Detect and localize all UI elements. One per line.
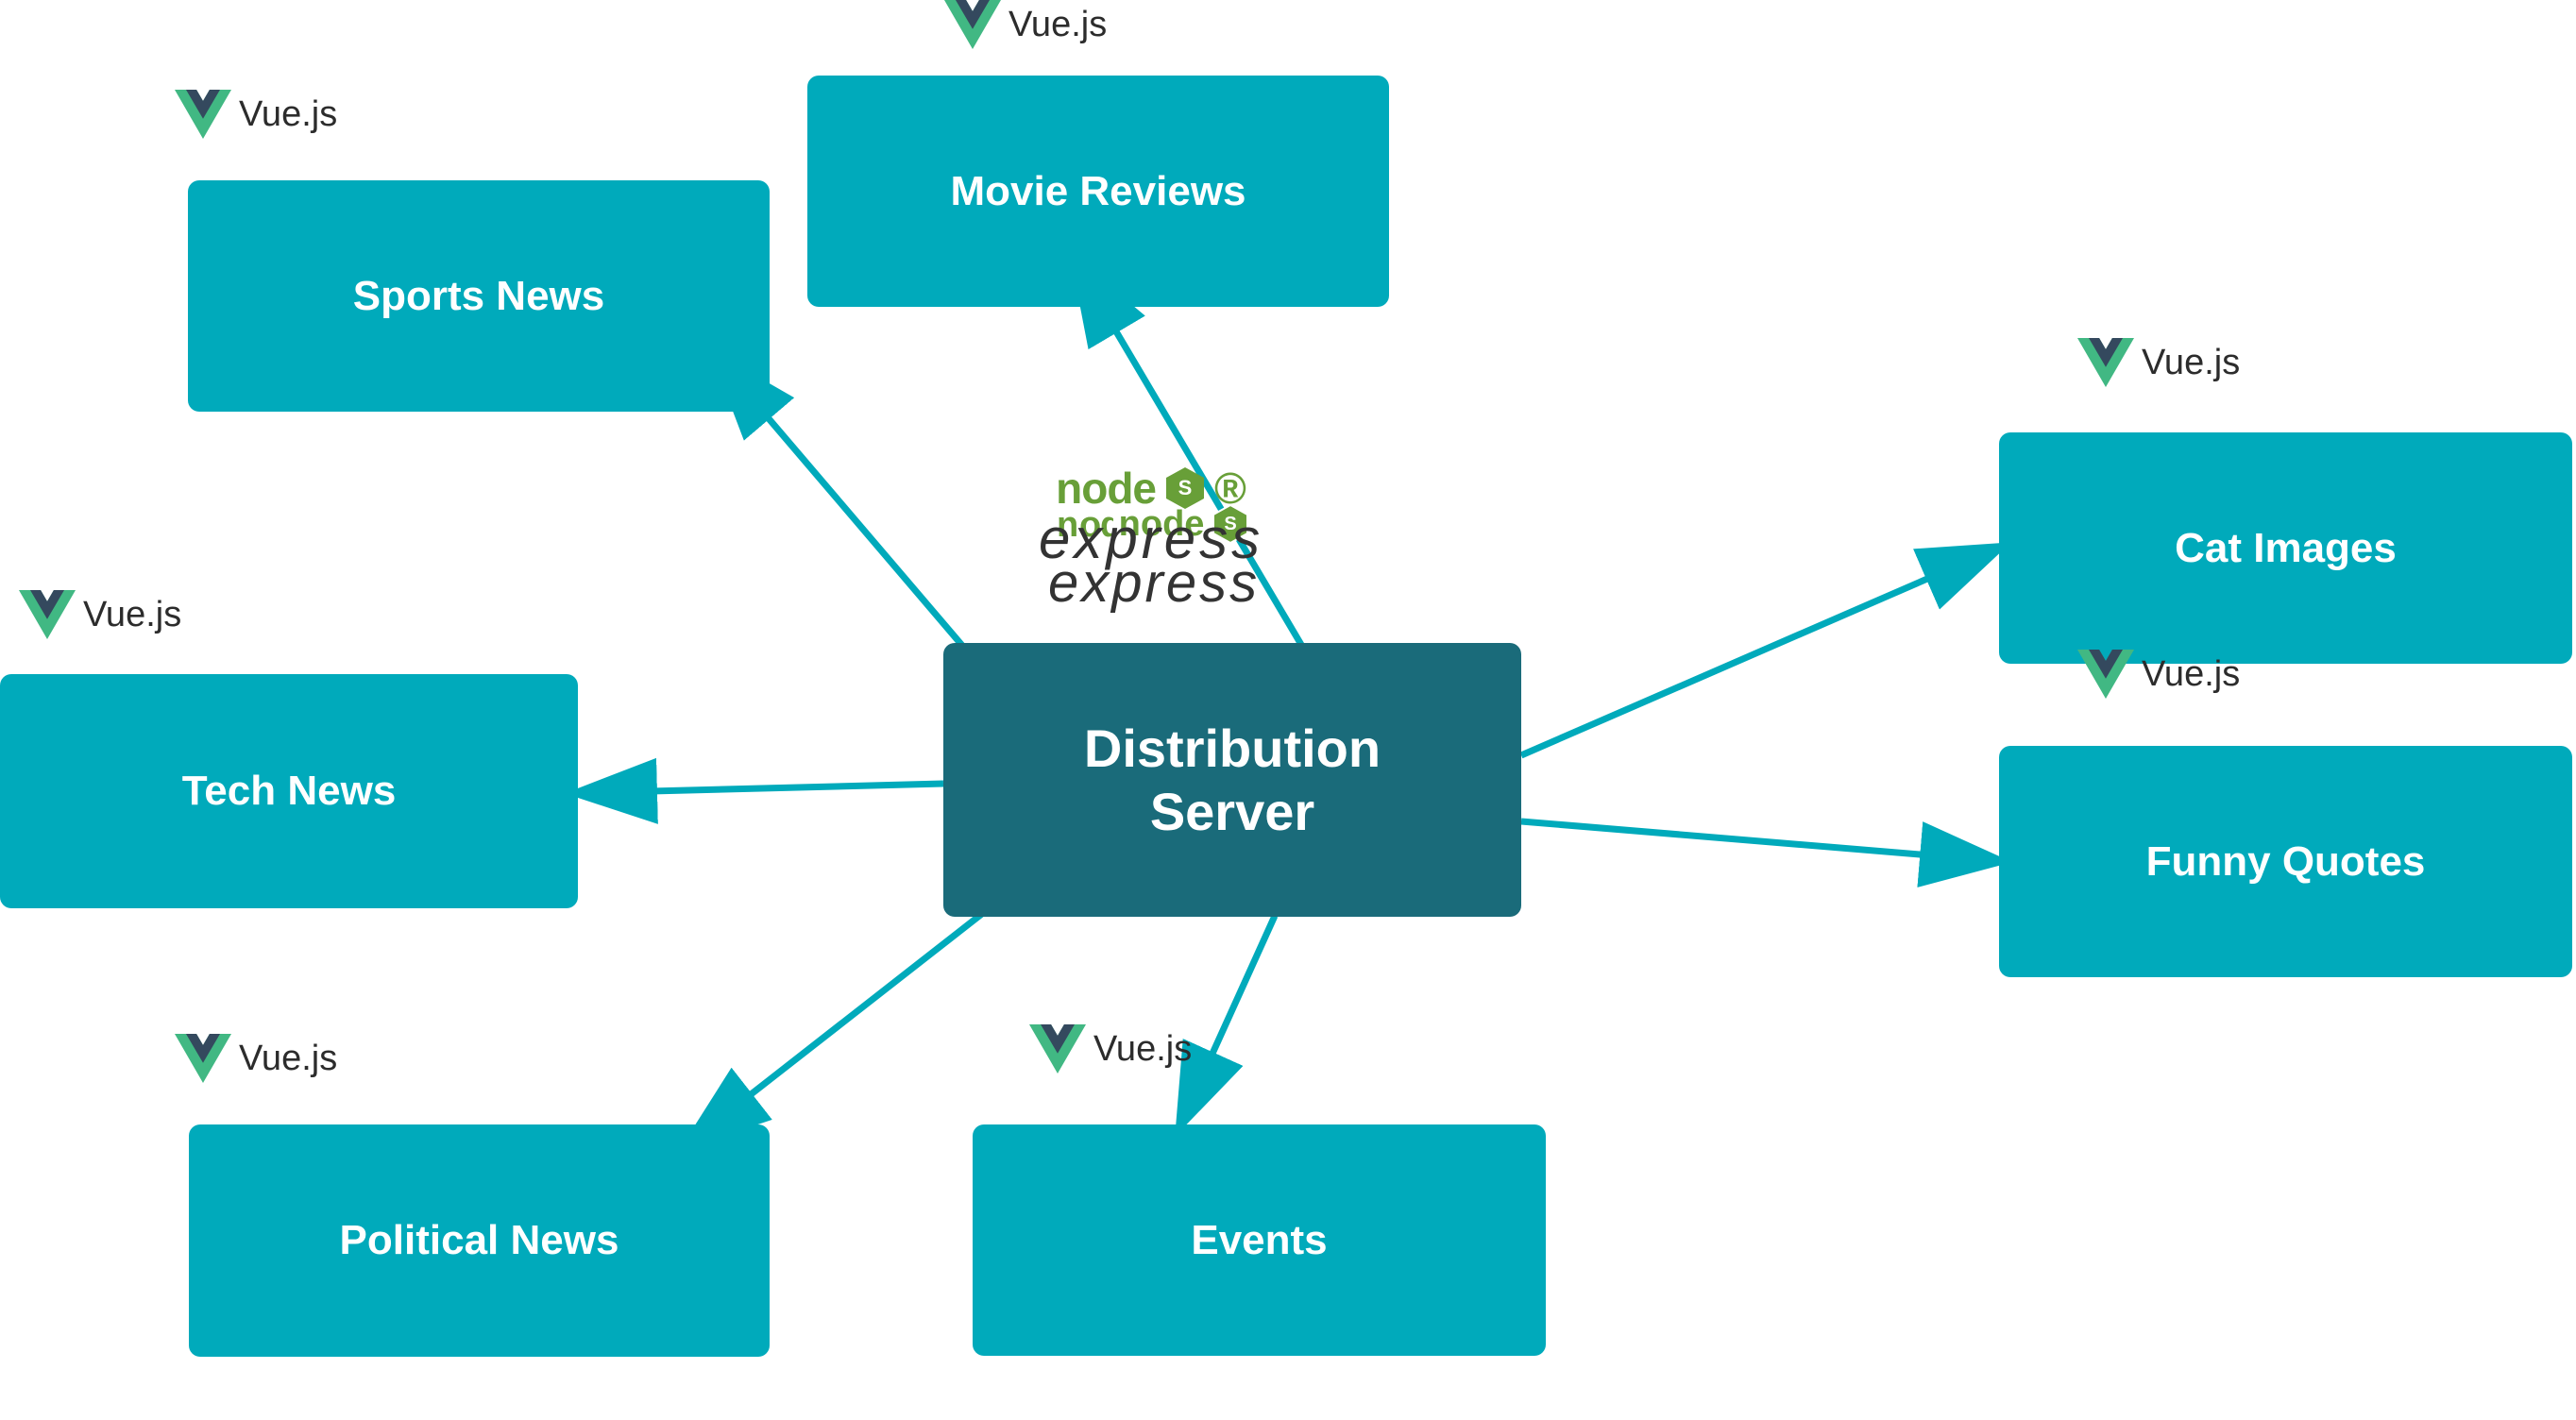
- svg-text:S: S: [1178, 476, 1193, 499]
- vue-logo-tech: [19, 590, 76, 639]
- vue-label-funny: Vue.js: [2142, 654, 2240, 695]
- diagram-container: n o d node S express DistributionServer …: [0, 0, 2576, 1420]
- cat-images-label: Cat Images: [2175, 525, 2397, 572]
- vue-logo-events: [1029, 1024, 1086, 1073]
- vue-badge-movie: Vue.js: [944, 0, 1107, 49]
- tech-news-node: Tech News: [0, 674, 578, 908]
- nodejs-express-badge: node S ® express: [1039, 463, 1263, 571]
- vue-logo-political: [175, 1034, 231, 1083]
- vue-badge-political: Vue.js: [175, 1034, 337, 1083]
- distribution-server-node: DistributionServer: [943, 643, 1521, 917]
- cat-images-node: Cat Images: [1999, 432, 2572, 664]
- express-text: express: [1039, 506, 1263, 571]
- tech-news-label: Tech News: [182, 768, 397, 815]
- vue-badge-funny: Vue.js: [2077, 650, 2240, 699]
- sports-news-node: Sports News: [188, 180, 770, 412]
- vue-label-cat: Vue.js: [2142, 343, 2240, 383]
- vue-badge-sports: Vue.js: [175, 90, 337, 139]
- vue-label-tech: Vue.js: [83, 595, 181, 635]
- vue-label-movie: Vue.js: [1008, 5, 1107, 45]
- vue-logo-sports: [175, 90, 231, 139]
- vue-badge-events: Vue.js: [1029, 1024, 1192, 1073]
- events-node: Events: [973, 1124, 1546, 1356]
- movie-reviews-label: Movie Reviews: [950, 168, 1246, 215]
- vue-label-sports: Vue.js: [239, 94, 337, 135]
- nodejs-hex-badge: S: [1161, 465, 1209, 512]
- vue-label-political: Vue.js: [239, 1039, 337, 1079]
- funny-quotes-node: Funny Quotes: [1999, 746, 2572, 977]
- vue-logo-movie: [944, 0, 1001, 49]
- movie-reviews-node: Movie Reviews: [807, 76, 1389, 307]
- vue-logo-cat: [2077, 338, 2134, 387]
- events-label: Events: [1191, 1217, 1327, 1264]
- political-news-label: Political News: [340, 1217, 619, 1264]
- distribution-server-label: DistributionServer: [1084, 717, 1381, 843]
- vue-logo-funny: [2077, 650, 2134, 699]
- vue-label-events: Vue.js: [1093, 1029, 1192, 1070]
- vue-badge-cat: Vue.js: [2077, 338, 2240, 387]
- sports-news-label: Sports News: [353, 273, 605, 320]
- vue-badge-tech: Vue.js: [19, 590, 181, 639]
- funny-quotes-label: Funny Quotes: [2146, 838, 2426, 886]
- political-news-node: Political News: [189, 1124, 770, 1357]
